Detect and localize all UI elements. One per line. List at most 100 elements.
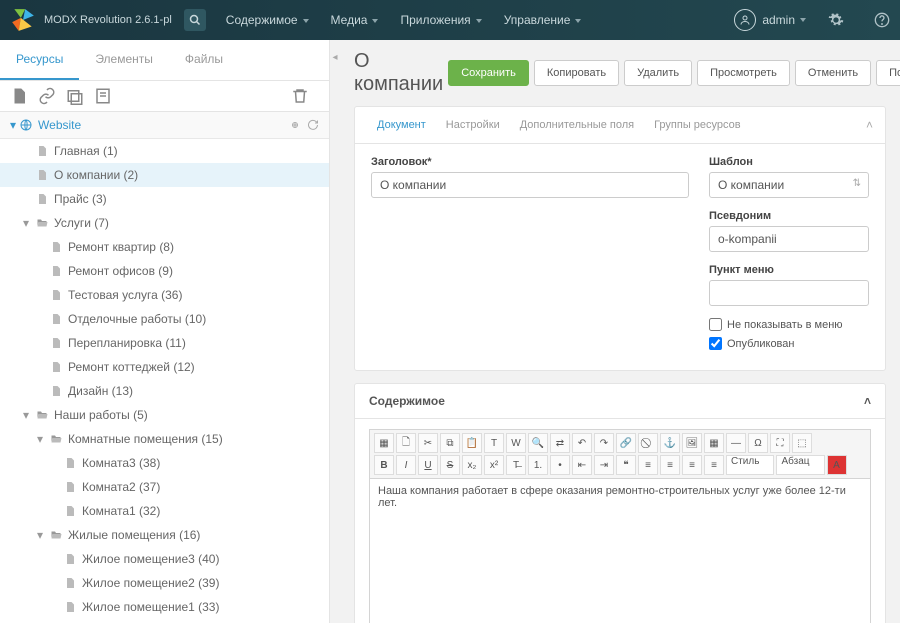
template-select[interactable]	[709, 172, 869, 198]
new-doc-icon[interactable]	[10, 87, 28, 105]
tb-unlink-icon[interactable]: ⃠	[638, 433, 658, 453]
tb-sub-icon[interactable]: x₂	[462, 455, 482, 475]
tree-item[interactable]: Ремонт квартир (8)	[0, 235, 329, 259]
tb-image-icon[interactable]: 🖼	[682, 433, 702, 453]
tree-item[interactable]: Ремонт коттеджей (12)	[0, 355, 329, 379]
tree-item[interactable]: О компании (2)	[0, 163, 329, 187]
resource-tree[interactable]: Главная (1)О компании (2)Прайс (3)▾Услуг…	[0, 139, 329, 623]
tb-pastetext-icon[interactable]: T	[484, 433, 504, 453]
help-button[interactable]: Помощь	[876, 60, 900, 86]
tb-src-icon[interactable]: ▦	[374, 433, 394, 453]
topnav-manage[interactable]: Управление	[504, 13, 582, 27]
alias-input[interactable]	[709, 226, 869, 252]
new-context-icon[interactable]	[289, 119, 301, 131]
published-checkbox[interactable]	[709, 337, 722, 350]
trash-icon[interactable]	[291, 87, 309, 105]
tree-item[interactable]: Перепланировка (11)	[0, 331, 329, 355]
tree-item[interactable]: ▾Жилые помещения (16)	[0, 523, 329, 547]
tree-item[interactable]: Тестовая услуга (36)	[0, 283, 329, 307]
topnav-media[interactable]: Медиа	[331, 13, 379, 27]
tab-settings[interactable]: Настройки	[436, 107, 510, 143]
tb-justify-icon[interactable]: ≡	[704, 455, 724, 475]
tree-item[interactable]: ▾Комнатные помещения (15)	[0, 427, 329, 451]
tree-item[interactable]: Комната2 (37)	[0, 475, 329, 499]
editor-body[interactable]: Наша компания работает в сфере оказания …	[369, 479, 871, 623]
tb-anchor-icon[interactable]: ⚓	[660, 433, 680, 453]
title-input[interactable]	[371, 172, 689, 198]
tb-link-icon[interactable]: 🔗	[616, 433, 636, 453]
copy-button[interactable]: Копировать	[534, 60, 619, 86]
tb-strike-icon[interactable]: S	[440, 455, 460, 475]
tree-toggle-icon[interactable]: ▾	[34, 527, 46, 543]
panel-collapse-icon[interactable]: ˄	[866, 118, 873, 132]
tb-clear-icon[interactable]: T̶	[506, 455, 526, 475]
tb-undo-icon[interactable]: ↶	[572, 433, 592, 453]
tree-item[interactable]: Ремонт офисов (9)	[0, 259, 329, 283]
view-button[interactable]: Просмотреть	[697, 60, 790, 86]
tree-root[interactable]: ▾ Website	[0, 112, 329, 139]
settings-gear-icon[interactable]	[828, 12, 844, 28]
tb-char-icon[interactable]: Ω	[748, 433, 768, 453]
menutitle-input[interactable]	[709, 280, 869, 306]
tb-table-icon[interactable]: ▦	[704, 433, 724, 453]
tree-toggle-icon[interactable]: ▾	[34, 431, 46, 447]
tree-item[interactable]: Жил.помещение5 (45)	[0, 619, 329, 623]
delete-button[interactable]: Удалить	[624, 60, 692, 86]
tree-item[interactable]: ▾Наши работы (5)	[0, 403, 329, 427]
tab-groups[interactable]: Группы ресурсов	[644, 107, 751, 143]
collapse-toggle-icon[interactable]: ▾	[10, 118, 16, 132]
tb-format-select[interactable]: Абзац	[776, 455, 824, 475]
tb-pasteword-icon[interactable]: W	[506, 433, 526, 453]
help-icon[interactable]	[874, 12, 890, 28]
tree-item[interactable]: Жилое помещение1 (33)	[0, 595, 329, 619]
sidebar-collapse-handle[interactable]: ◂	[330, 40, 340, 623]
topnav-apps[interactable]: Приложения	[400, 13, 481, 27]
tb-ul-icon[interactable]: •	[550, 455, 570, 475]
new-symlink-icon[interactable]	[66, 87, 84, 105]
tb-newdoc-icon[interactable]: 🗋	[396, 433, 416, 453]
tb-italic-icon[interactable]: I	[396, 455, 416, 475]
tab-resources[interactable]: Ресурсы	[0, 40, 79, 80]
tb-cut-icon[interactable]: ✂	[418, 433, 438, 453]
tb-paste-icon[interactable]: 📋	[462, 433, 482, 453]
tb-find-icon[interactable]: 🔍	[528, 433, 548, 453]
hide-menu-checkbox[interactable]	[709, 318, 722, 331]
search-button[interactable]	[184, 9, 206, 31]
tb-style-select[interactable]: Стиль	[726, 455, 774, 475]
save-button[interactable]: Сохранить	[448, 60, 529, 86]
new-static-icon[interactable]	[94, 87, 112, 105]
tb-replace-icon[interactable]: ⇄	[550, 433, 570, 453]
tab-tv[interactable]: Дополнительные поля	[510, 107, 644, 143]
tb-indent-icon[interactable]: ⇥	[594, 455, 614, 475]
tree-toggle-icon[interactable]: ▾	[20, 215, 32, 231]
tb-color-icon[interactable]: A	[827, 455, 847, 475]
tree-item[interactable]: Комната3 (38)	[0, 451, 329, 475]
tab-files[interactable]: Файлы	[169, 40, 239, 80]
user-menu[interactable]: admin	[734, 9, 806, 31]
tb-redo-icon[interactable]: ↷	[594, 433, 614, 453]
tab-elements[interactable]: Элементы	[79, 40, 169, 80]
tb-quote-icon[interactable]: ❝	[616, 455, 636, 475]
tb-hr-icon[interactable]: —	[726, 433, 746, 453]
tree-item[interactable]: Главная (1)	[0, 139, 329, 163]
tab-document[interactable]: Документ	[367, 107, 436, 143]
tb-bold-icon[interactable]: B	[374, 455, 394, 475]
tree-toggle-icon[interactable]: ▾	[20, 407, 32, 423]
topnav-content[interactable]: Содержимое	[226, 13, 309, 27]
tree-item[interactable]: Комната1 (32)	[0, 499, 329, 523]
tb-center-icon[interactable]: ≡	[660, 455, 680, 475]
tree-item[interactable]: Дизайн (13)	[0, 379, 329, 403]
content-collapse-icon[interactable]: ˄	[864, 394, 871, 408]
cancel-button[interactable]: Отменить	[795, 60, 871, 86]
tb-left-icon[interactable]: ≡	[638, 455, 658, 475]
tb-fullscreen-icon[interactable]: ⛶	[770, 433, 790, 453]
tree-item[interactable]: Жилое помещение2 (39)	[0, 571, 329, 595]
tb-underline-icon[interactable]: U	[418, 455, 438, 475]
new-link-icon[interactable]	[38, 87, 56, 105]
tree-item[interactable]: Жилое помещение3 (40)	[0, 547, 329, 571]
tb-outdent-icon[interactable]: ⇤	[572, 455, 592, 475]
tb-modx-icon[interactable]: ⬚	[792, 433, 812, 453]
refresh-icon[interactable]	[307, 119, 319, 131]
tree-item[interactable]: ▾Услуги (7)	[0, 211, 329, 235]
published-row[interactable]: Опубликован	[709, 337, 869, 350]
